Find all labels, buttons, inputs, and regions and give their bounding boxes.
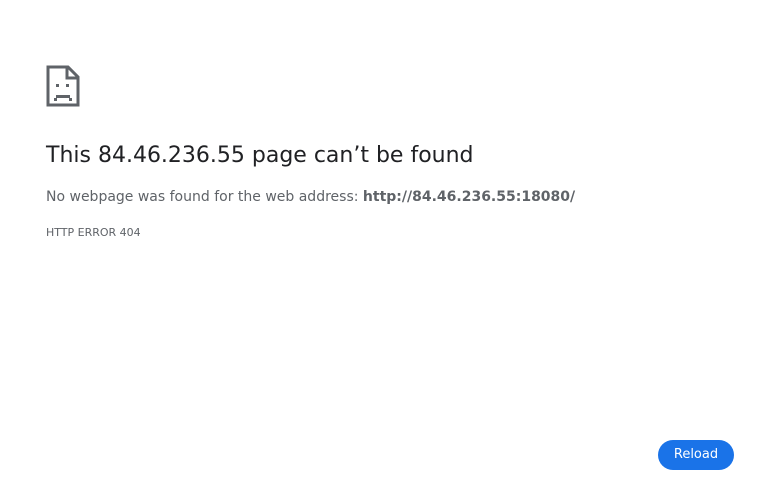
- title-prefix: This: [46, 143, 98, 168]
- title-suffix: page can’t be found: [244, 143, 474, 168]
- title-host: 84.46.236.55: [97, 143, 245, 168]
- error-description: No webpage was found for the web address…: [46, 187, 575, 207]
- sad-page-icon: [46, 65, 80, 107]
- error-code: HTTP ERROR 404: [46, 226, 141, 239]
- reload-button[interactable]: Reload: [658, 440, 734, 470]
- description-text: No webpage was found for the web address…: [46, 189, 363, 205]
- web-address: http://84.46.236.55:18080/: [362, 189, 576, 205]
- page-title: This 84.46.236.55 page can’t be found: [46, 141, 474, 171]
- error-page: This 84.46.236.55 page can’t be found No…: [0, 0, 780, 493]
